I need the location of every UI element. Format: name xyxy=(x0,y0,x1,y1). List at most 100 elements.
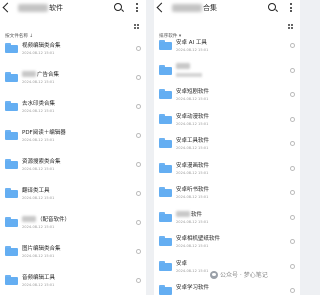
title-text: 合集 xyxy=(203,3,217,12)
folder-name: 安卓 xyxy=(176,259,187,267)
list-item[interactable]: 安卓短剧软件 2024-08-12 15:01 xyxy=(154,84,300,108)
title-blurred-part xyxy=(18,3,48,12)
folder-icon xyxy=(5,43,18,53)
folder-name: 安卓工具软件 xyxy=(176,136,209,144)
list-item[interactable]: 去水印类合集 2024-08-12 15:01 xyxy=(0,96,146,120)
circle-menu-icon[interactable] xyxy=(290,239,295,244)
folder-date: 2024-08-12 15:01 xyxy=(22,51,55,55)
folder-name-text: 音频编辑工具 xyxy=(22,275,56,281)
circle-menu-icon[interactable] xyxy=(290,92,295,97)
grid-view-icon[interactable] xyxy=(288,24,293,29)
back-icon[interactable] xyxy=(2,2,13,13)
grid-view-icon[interactable] xyxy=(134,24,139,29)
list-item[interactable]: 资源搜索类合集 2024-08-12 15:01 xyxy=(0,154,146,178)
circle-menu-icon[interactable] xyxy=(290,288,295,293)
circle-menu-icon[interactable] xyxy=(136,46,141,51)
list-item[interactable]: （配音软件） 2024-08-12 15:01 xyxy=(0,212,146,236)
circle-menu-icon[interactable] xyxy=(136,220,141,225)
list-item[interactable]: 安卓 AI 工具 2024-08-12 15:01 xyxy=(154,35,300,59)
list-item[interactable]: 安卓相机壁纸软件 2024-08-12 15:01 xyxy=(154,231,300,255)
folder-name: 去水印类合集 xyxy=(22,99,55,107)
folder-date: 2024-08-12 15:01 xyxy=(22,196,55,200)
folder-name: 视频编辑类合集 xyxy=(22,41,61,49)
circle-menu-icon[interactable] xyxy=(290,263,295,269)
list-item[interactable]: 安卓学习软件 xyxy=(154,280,300,295)
folder-name-text: PDF阅读＋编辑器 xyxy=(22,130,66,136)
folder-date: 2024-08-12 15:01 xyxy=(176,268,209,273)
circle-menu-icon[interactable] xyxy=(290,214,295,220)
circle-menu-icon[interactable] xyxy=(290,165,295,171)
watermark: 公众号 · 梦心笔记 xyxy=(210,270,268,279)
blurred-text xyxy=(176,62,190,69)
folder-icon xyxy=(159,162,172,173)
circle-menu-icon[interactable] xyxy=(136,104,141,109)
circle-menu-icon[interactable] xyxy=(136,75,141,80)
list-item[interactable]: 图片编辑类合集 2024-08-12 15:01 xyxy=(0,241,146,265)
folder-name: 安卓相机壁纸软件 xyxy=(176,234,220,242)
folder-date: 2024-08-12 15:01 xyxy=(176,121,209,126)
folder-date: 2024-08-12 15:01 xyxy=(22,225,55,229)
folder-date: 2024-08-12 15:01 xyxy=(176,195,209,199)
folder-name: 软件 xyxy=(176,210,202,218)
folder-date: 2024-08-12 15:01 xyxy=(176,219,209,224)
more-vertical-icon[interactable] xyxy=(290,3,293,13)
sort-bar: 按文件名称 ↓ xyxy=(5,22,141,39)
list-item[interactable]: 安卓漫画软件 2024-08-12 15:01 xyxy=(154,158,300,182)
search-icon[interactable] xyxy=(114,3,122,11)
list-item[interactable]: 音频编辑工具 2024-08-12 15:01 xyxy=(0,270,146,294)
circle-menu-icon[interactable] xyxy=(290,116,295,122)
folder-name-text: 安卓相机壁纸软件 xyxy=(176,236,221,242)
folder-icon xyxy=(5,159,18,169)
circle-menu-icon[interactable] xyxy=(136,249,141,254)
more-vertical-icon[interactable] xyxy=(136,3,139,13)
list-item[interactable]: 安卓工具软件 2024-08-12 15:01 xyxy=(154,133,300,157)
folder-name: 安卓学习软件 xyxy=(176,283,209,291)
folder-date: 2024-08-12 15:01 xyxy=(22,254,55,258)
list-item[interactable]: 视频编辑类合集 2024-08-12 15:01 xyxy=(0,38,146,62)
blurred-date xyxy=(176,72,202,77)
folder-name-text: 去水印类合集 xyxy=(22,101,56,107)
circle-menu-icon[interactable] xyxy=(136,191,141,196)
folder-icon xyxy=(159,187,172,197)
folder-name: 安卓听书软件 xyxy=(176,185,209,193)
back-icon[interactable] xyxy=(156,2,167,13)
folder-name-text: 翻译类工具 xyxy=(22,188,50,194)
folder-icon xyxy=(159,89,172,99)
list-item[interactable]: 广告合集 2024-08-12 15:01 xyxy=(0,67,146,91)
folder-name xyxy=(176,62,191,69)
folder-name-text: 软件 xyxy=(191,211,203,218)
top-bar: 软件 xyxy=(0,0,146,16)
blurred-text xyxy=(22,71,36,77)
folder-icon xyxy=(5,217,18,227)
folder-icon xyxy=(159,40,172,50)
folder-name-text: 安卓 xyxy=(176,260,188,267)
search-icon[interactable] xyxy=(268,3,276,11)
folder-icon xyxy=(5,130,18,140)
circle-menu-icon[interactable] xyxy=(136,162,141,167)
folder-name: 安卓 AI 工具 xyxy=(176,38,207,46)
list-item[interactable]: 安卓动漫软件 2024-08-12 15:01 xyxy=(154,109,300,133)
circle-menu-icon[interactable] xyxy=(136,278,141,283)
blurred-text xyxy=(176,210,190,217)
left-phone-screen: 软件 按文件名称 ↓ 视频编辑类合集 2024-08-12 15:01 广告合集 20… xyxy=(0,0,146,295)
circle-menu-icon[interactable] xyxy=(290,141,295,146)
folder-icon xyxy=(5,72,18,82)
list-item[interactable]: 翻译类工具 2024-08-12 15:01 xyxy=(0,183,146,207)
circle-menu-icon[interactable] xyxy=(290,190,295,195)
circle-menu-icon[interactable] xyxy=(290,67,295,73)
folder-name: 安卓动漫软件 xyxy=(176,112,209,120)
list-item[interactable]: 软件 2024-08-12 15:01 xyxy=(154,207,300,231)
right-phone-screen: 合集 排序软件 ▾ 安卓 AI 工具 2024-08-12 15:01 安卓短剧软件… xyxy=(154,0,300,295)
circle-menu-icon[interactable] xyxy=(290,43,295,48)
folder-date: 2024-08-12 15:01 xyxy=(22,80,55,84)
list-item[interactable]: PDF阅读＋编辑器 2024-08-12 15:01 xyxy=(0,125,146,149)
list-item[interactable] xyxy=(154,60,300,84)
folder-name-text: 安卓听书软件 xyxy=(176,187,210,193)
folder-date: 2024-08-12 15:01 xyxy=(22,167,55,171)
folder-icon xyxy=(5,275,18,285)
folder-icon xyxy=(159,113,172,124)
list-item[interactable]: 安卓听书软件 2024-08-12 15:01 xyxy=(154,182,300,206)
folder-name-text: 安卓工具软件 xyxy=(176,138,210,144)
circle-menu-icon[interactable] xyxy=(136,133,141,138)
folder-date: 2024-08-12 15:01 xyxy=(22,138,55,142)
